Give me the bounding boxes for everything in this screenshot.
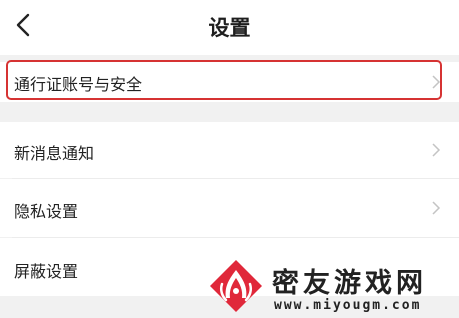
app-header: 设置 (0, 0, 459, 55)
chevron-right-icon (432, 143, 441, 157)
settings-item-label: 屏蔽设置 (14, 262, 79, 281)
page-title: 设置 (208, 16, 251, 40)
settings-item-label: 隐私设置 (14, 202, 79, 221)
watermark-logo-icon (210, 260, 262, 312)
settings-item-label: 新消息通知 (14, 144, 95, 163)
settings-item-notifications[interactable]: 新消息通知 (0, 122, 459, 178)
highlight-box (6, 60, 442, 100)
watermark: 密友游戏网 www.miyougm.com (206, 258, 456, 316)
settings-item-privacy[interactable]: 隐私设置 (0, 179, 459, 237)
watermark-name: 密友游戏网 (272, 268, 427, 299)
watermark-url: www.miyougm.com (274, 298, 422, 313)
chevron-right-icon (432, 201, 441, 215)
